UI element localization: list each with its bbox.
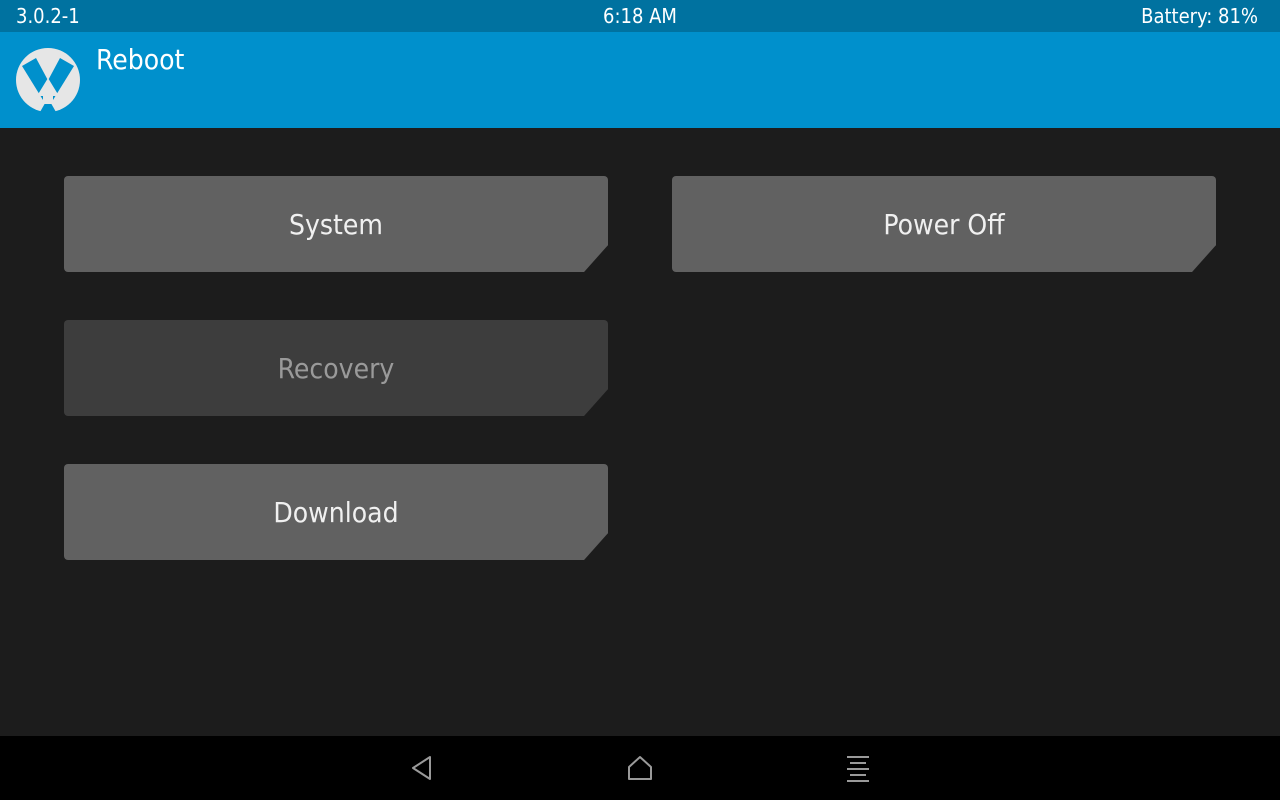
reboot-download-button[interactable]: Download (64, 464, 608, 560)
home-icon[interactable] (624, 752, 656, 784)
menu-icon[interactable] (842, 752, 874, 784)
reboot-recovery-button: Recovery (64, 320, 608, 416)
battery-status: Battery: 81% (1141, 4, 1258, 28)
status-bar: 3.0.2-1 6:18 AM Battery: 81% (0, 0, 1280, 32)
header: Reboot (0, 32, 1280, 128)
navigation-bar (0, 736, 1280, 800)
page-title: Reboot (96, 43, 185, 76)
twrp-logo-icon (16, 48, 80, 112)
clock: 6:18 AM (603, 4, 677, 28)
power-off-button[interactable]: Power Off (672, 176, 1216, 272)
reboot-system-button[interactable]: System (64, 176, 608, 272)
back-icon[interactable] (406, 752, 438, 784)
reboot-options-panel: System Power Off Recovery Download (0, 128, 1280, 736)
